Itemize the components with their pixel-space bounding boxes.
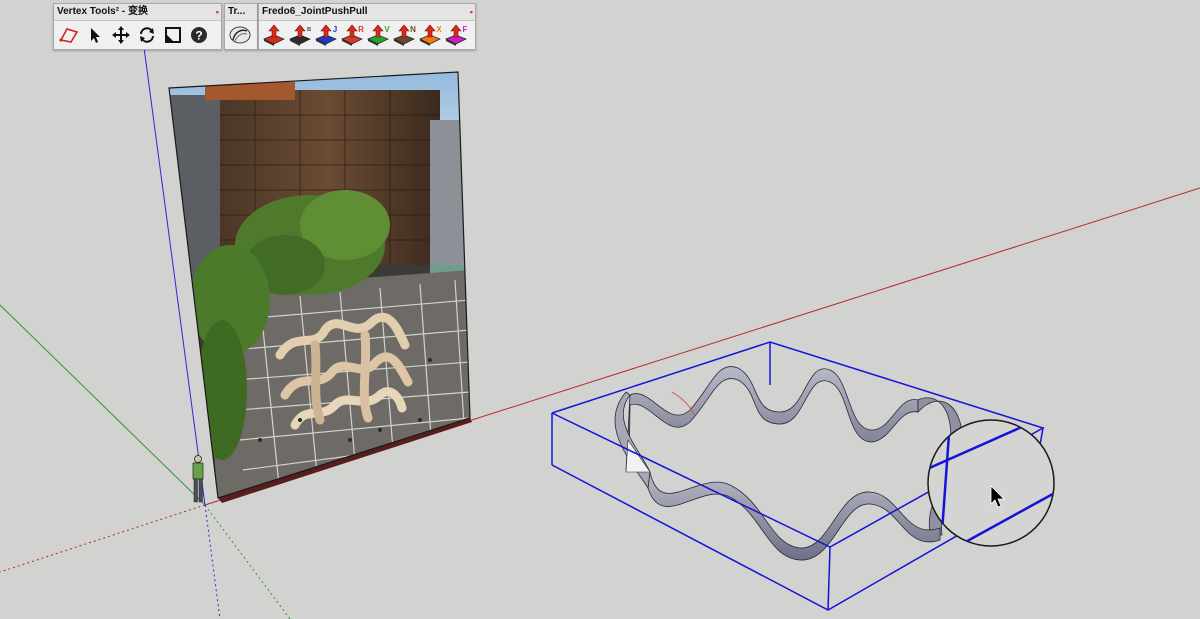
push-pull-n-icon[interactable]: N	[391, 23, 416, 48]
green-axis-hidden	[204, 504, 291, 619]
tool-letter: R	[358, 25, 364, 34]
magnifier-lens	[927, 419, 1055, 547]
toolbar-title: Tr...	[225, 4, 257, 21]
tr-title: Tr...	[228, 6, 246, 17]
joint-push-pull-title: Fredo6_JointPushPull	[262, 6, 368, 17]
joint-push-pull-icon[interactable]	[261, 23, 286, 48]
svg-text:?: ?	[195, 29, 202, 43]
push-pull-v-icon[interactable]: V	[365, 23, 390, 48]
push-pull-x-icon[interactable]: X	[417, 23, 442, 48]
toolbar-title: Vertex Tools² - 变换 ▪	[54, 4, 221, 21]
push-pull-f-icon[interactable]: F	[443, 23, 468, 48]
push-pull-equal-icon[interactable]: =	[287, 23, 312, 48]
joint-push-pull-toolbar[interactable]: Fredo6_JointPushPull ▪ = J R V N X F	[258, 3, 476, 50]
select-polygon-icon[interactable]	[56, 23, 81, 48]
push-pull-r-icon[interactable]: R	[339, 23, 364, 48]
ribbon-sculpture[interactable]	[614, 366, 963, 561]
toolbar-close-icon[interactable]: ▪	[470, 4, 473, 20]
tool-letter: =	[306, 25, 311, 34]
toolbar-title: Fredo6_JointPushPull ▪	[259, 4, 475, 21]
toolbar-close-icon[interactable]: ▪	[216, 4, 219, 20]
pointer-icon[interactable]	[82, 23, 107, 48]
rotate-icon[interactable]	[134, 23, 159, 48]
tool-letter: N	[410, 25, 416, 34]
green-axis	[0, 304, 206, 506]
joint-push-pull-tools: = J R V N X F	[259, 21, 475, 49]
help-icon[interactable]: ?	[186, 23, 211, 48]
vertex-tools-toolbar[interactable]: Vertex Tools² - 变换 ▪ ?	[53, 3, 222, 50]
move-icon[interactable]	[108, 23, 133, 48]
scale-icon[interactable]	[160, 23, 185, 48]
tool-letter: X	[436, 25, 442, 34]
tool-letter: F	[462, 25, 467, 34]
push-pull-j-icon[interactable]: J	[313, 23, 338, 48]
vertex-tools-title: Vertex Tools² - 变换	[57, 6, 148, 17]
red-axis-hidden	[0, 504, 206, 573]
reference-photo[interactable]	[160, 60, 480, 510]
tool-letter: J	[332, 25, 336, 34]
tool-letter: V	[384, 25, 390, 34]
model-viewport[interactable]	[0, 0, 1200, 619]
curve-tool-icon[interactable]	[227, 23, 252, 48]
scale-figure[interactable]	[192, 455, 204, 503]
tr-toolbar[interactable]: Tr...	[224, 3, 258, 50]
